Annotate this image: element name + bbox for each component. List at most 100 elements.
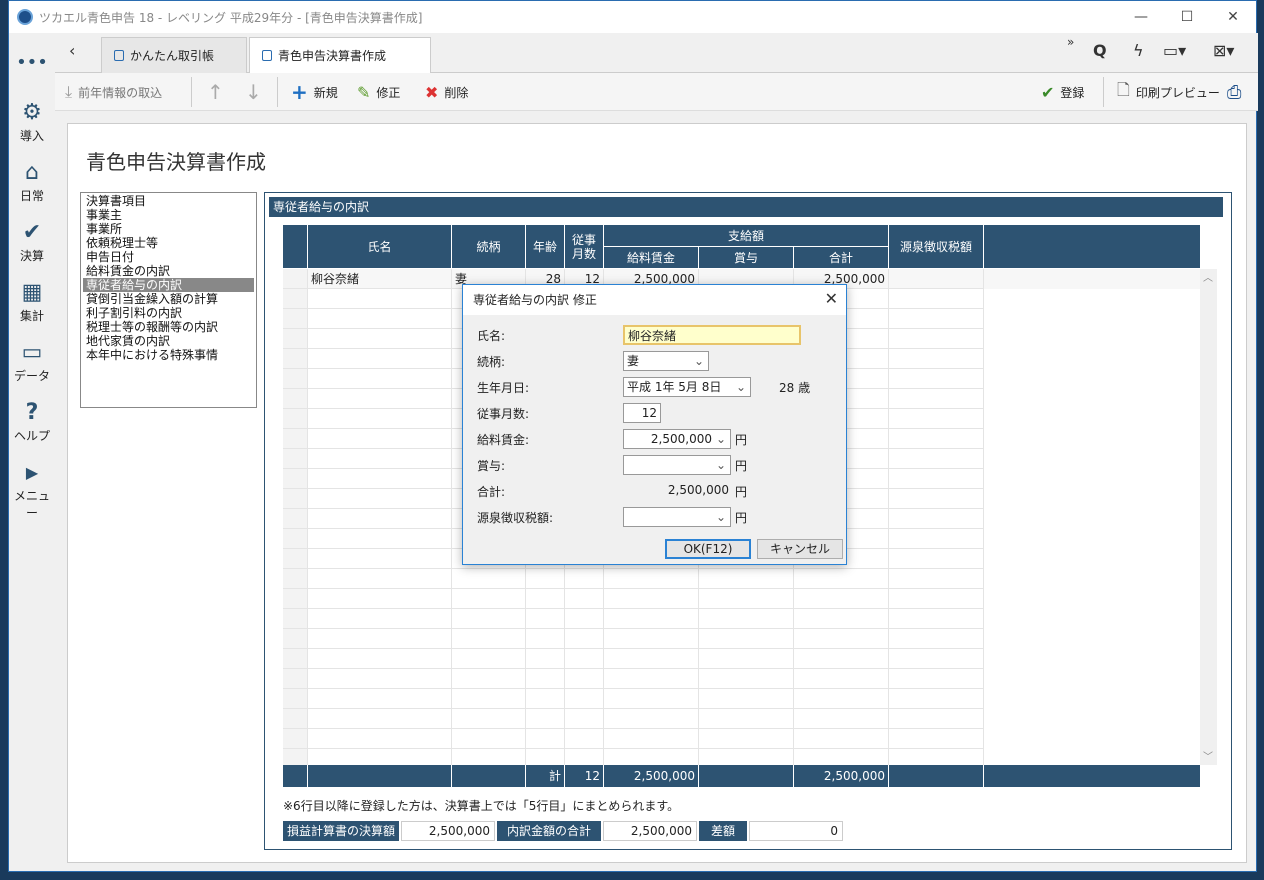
grid-cell[interactable] xyxy=(889,389,984,409)
grid-cell[interactable] xyxy=(699,589,794,609)
window-layout-icon[interactable]: ▭▾ xyxy=(1163,41,1186,60)
grid-cell[interactable] xyxy=(889,409,984,429)
list-item[interactable]: 依頼税理士等 xyxy=(83,236,254,250)
grid-cell[interactable] xyxy=(308,549,452,569)
move-down-button[interactable]: ↓ xyxy=(245,73,268,111)
grid-cell[interactable] xyxy=(889,289,984,309)
grid-cell[interactable] xyxy=(889,309,984,329)
table-row[interactable] xyxy=(283,649,1200,669)
list-item[interactable]: 地代家賃の内訳 xyxy=(83,334,254,348)
list-item[interactable]: 事業主 xyxy=(83,208,254,222)
table-row[interactable] xyxy=(283,589,1200,609)
maximize-button[interactable]: ☐ xyxy=(1164,1,1210,33)
grid-cell[interactable] xyxy=(794,589,889,609)
list-item[interactable]: 給料賃金の内訳 xyxy=(83,264,254,278)
list-item[interactable]: 事業所 xyxy=(83,222,254,236)
grid-cell[interactable] xyxy=(526,569,565,589)
sidebar-item-daily[interactable]: ⌂ 日常 xyxy=(9,159,55,204)
grid-cell[interactable] xyxy=(308,589,452,609)
sidebar-item-totals[interactable]: ▦ 集計 xyxy=(9,279,55,324)
months-input[interactable]: 12 xyxy=(623,403,661,423)
print-button[interactable]: ⎙ xyxy=(1227,73,1247,111)
table-row[interactable] xyxy=(283,629,1200,649)
grid-cell[interactable] xyxy=(699,709,794,729)
grid-cell[interactable] xyxy=(699,689,794,709)
grid-cell[interactable] xyxy=(699,629,794,649)
sidebar-item-closing[interactable]: ✔ 決算 xyxy=(9,219,55,264)
list-item[interactable]: 利子割引料の内訳 xyxy=(83,306,254,320)
move-up-button[interactable]: ↑ xyxy=(207,73,230,111)
back-chevron-icon[interactable]: ‹ xyxy=(69,41,75,60)
grid-cell[interactable] xyxy=(794,709,889,729)
table-row[interactable] xyxy=(283,709,1200,729)
grid-cell[interactable] xyxy=(889,529,984,549)
grid-cell[interactable] xyxy=(308,309,452,329)
print-preview-button[interactable]: 🗋 印刷プレビュー xyxy=(1117,73,1220,111)
sidebar-item-menu[interactable]: ▶ メニュー xyxy=(9,459,55,521)
grid-cell[interactable] xyxy=(699,729,794,749)
grid-cell[interactable] xyxy=(452,689,526,709)
scroll-down-icon[interactable]: ﹀ xyxy=(1203,748,1213,763)
grid-cell[interactable] xyxy=(308,509,452,529)
grid-cell[interactable] xyxy=(308,529,452,549)
grid-cell[interactable] xyxy=(452,669,526,689)
grid-cell[interactable] xyxy=(699,669,794,689)
minimize-button[interactable]: — xyxy=(1118,1,1164,33)
grid-cell[interactable] xyxy=(794,629,889,649)
grid-cell[interactable] xyxy=(604,629,699,649)
cell-name[interactable]: 柳谷奈緒 xyxy=(308,269,452,289)
vertical-scrollbar[interactable]: ︿ ﹀ xyxy=(1200,269,1217,765)
grid-cell[interactable] xyxy=(308,349,452,369)
ok-button[interactable]: OK(F12) xyxy=(665,539,751,559)
grid-cell[interactable] xyxy=(794,569,889,589)
list-item[interactable]: 本年中における特殊事情 xyxy=(83,348,254,362)
grid-cell[interactable] xyxy=(889,329,984,349)
grid-cell[interactable] xyxy=(308,669,452,689)
grid-cell[interactable] xyxy=(452,649,526,669)
grid-cell[interactable] xyxy=(794,669,889,689)
grid-cell[interactable] xyxy=(794,609,889,629)
grid-cell[interactable] xyxy=(452,709,526,729)
grid-cell[interactable] xyxy=(565,729,604,749)
grid-cell[interactable] xyxy=(452,729,526,749)
grid-cell[interactable] xyxy=(565,709,604,729)
grid-cell[interactable] xyxy=(526,609,565,629)
grid-cell[interactable] xyxy=(308,709,452,729)
grid-cell[interactable] xyxy=(889,629,984,649)
grid-cell[interactable] xyxy=(565,609,604,629)
bonus-input[interactable]: ⌄ xyxy=(623,455,731,475)
grid-cell[interactable] xyxy=(565,629,604,649)
name-input[interactable]: 柳谷奈緒 xyxy=(623,325,801,345)
grid-cell[interactable] xyxy=(452,589,526,609)
close-window-button[interactable]: ✕ xyxy=(1210,1,1256,33)
grid-cell[interactable] xyxy=(526,649,565,669)
search-icon[interactable]: Q xyxy=(1093,41,1107,60)
grid-cell[interactable] xyxy=(794,729,889,749)
tab-blue-return[interactable]: 青色申告決算書作成 xyxy=(249,37,431,73)
grid-cell[interactable] xyxy=(526,729,565,749)
grid-cell[interactable] xyxy=(308,469,452,489)
grid-cell[interactable] xyxy=(452,629,526,649)
grid-cell[interactable] xyxy=(308,369,452,389)
grid-cell[interactable] xyxy=(308,449,452,469)
sidebar-item-help[interactable]: ? ヘルプ xyxy=(9,399,55,444)
grid-cell[interactable] xyxy=(699,649,794,669)
grid-cell[interactable] xyxy=(889,589,984,609)
list-item[interactable]: 決算書項目 xyxy=(83,194,254,208)
grid-cell[interactable] xyxy=(308,409,452,429)
grid-cell[interactable] xyxy=(452,569,526,589)
grid-cell[interactable] xyxy=(526,669,565,689)
relation-select[interactable]: 妻 ⌄ xyxy=(623,351,709,371)
cell-withholding[interactable] xyxy=(889,269,984,289)
withholding-input[interactable]: ⌄ xyxy=(623,507,731,527)
grid-cell[interactable] xyxy=(565,589,604,609)
table-row[interactable] xyxy=(283,689,1200,709)
grid-cell[interactable] xyxy=(604,649,699,669)
sidebar-item-setup[interactable]: ⚙ 導入 xyxy=(9,99,55,144)
grid-cell[interactable] xyxy=(889,449,984,469)
grid-cell[interactable] xyxy=(308,609,452,629)
grid-cell[interactable] xyxy=(604,569,699,589)
grid-cell[interactable] xyxy=(889,489,984,509)
grid-cell[interactable] xyxy=(308,429,452,449)
grid-cell[interactable] xyxy=(308,389,452,409)
